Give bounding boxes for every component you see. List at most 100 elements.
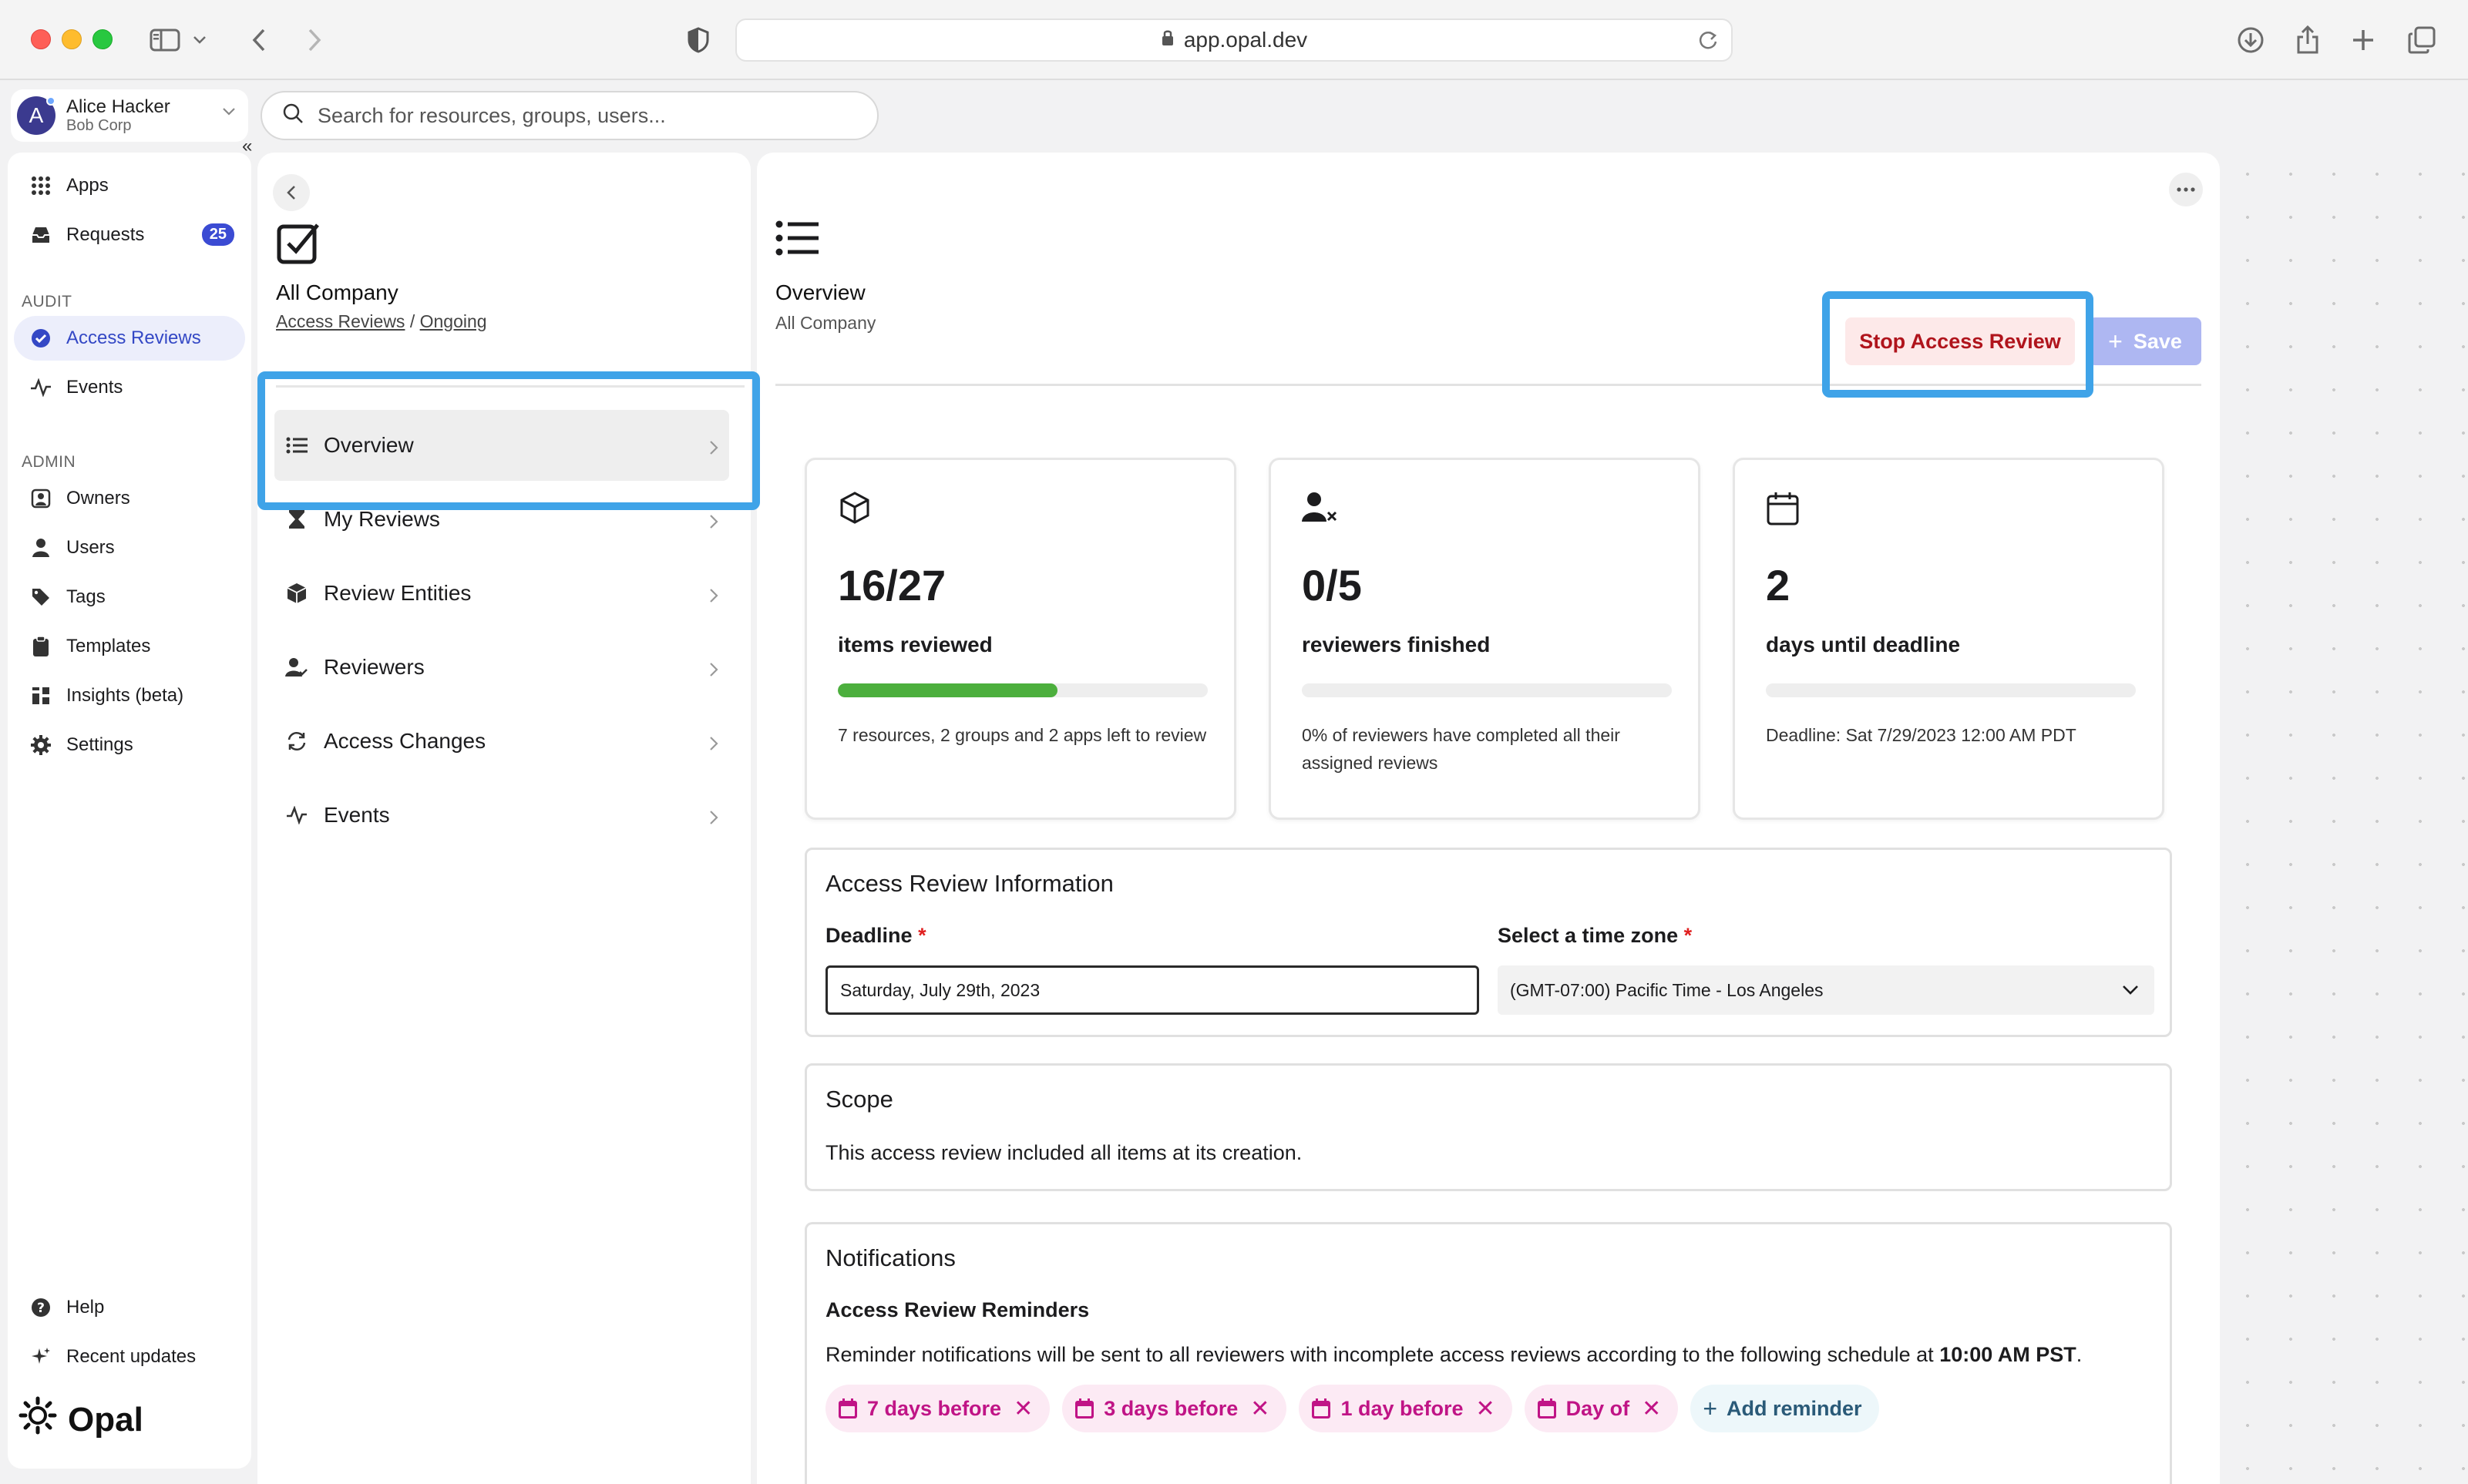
time-zone-label-text: Select a time zone [1498, 924, 1679, 947]
close-icon[interactable]: ✕ [1250, 1395, 1269, 1422]
minimize-window-button[interactable] [62, 29, 82, 49]
sidebar-item-requests[interactable]: Requests 25 [14, 213, 245, 257]
reminder-time: 10:00 AM PST [1939, 1343, 2076, 1366]
maximize-window-button[interactable] [92, 29, 113, 49]
progress-bar [1766, 683, 2136, 697]
sidebar-item-settings[interactable]: Settings [14, 723, 245, 767]
sidebar-item-access-reviews[interactable]: Access Reviews [14, 316, 245, 361]
back-button[interactable] [273, 174, 310, 211]
stat-label: reviewers finished [1302, 633, 1491, 656]
sidebar-item-owners[interactable]: Owners [14, 476, 245, 521]
scope-section: Scope This access review included all it… [805, 1063, 2172, 1191]
tab-label: Access Changes [324, 729, 486, 753]
new-tab-icon[interactable] [2345, 22, 2382, 59]
user-switcher[interactable]: A Alice Hacker Bob Corp [11, 89, 248, 142]
canvas-background [2226, 153, 2468, 1484]
reminder-chip[interactable]: Day of ✕ [1524, 1385, 1679, 1432]
close-icon[interactable]: ✕ [1014, 1395, 1033, 1422]
collapse-sidebar-button[interactable]: « [242, 136, 264, 157]
gear-icon [29, 734, 52, 756]
deadline-label-text: Deadline [825, 924, 913, 947]
section-label-audit: AUDIT [22, 293, 72, 311]
sidebar-item-help[interactable]: ? Help [14, 1285, 245, 1330]
list-icon [775, 220, 819, 260]
add-reminder-label: Add reminder [1727, 1396, 1862, 1420]
stat-description: 7 resources, 2 groups and 2 apps left to… [838, 725, 1207, 745]
shield-icon[interactable] [680, 22, 717, 59]
tab-reviewers[interactable]: Reviewers [274, 632, 729, 703]
check-circle-icon [29, 328, 52, 348]
sidebar-item-tags[interactable]: Tags [14, 575, 245, 619]
chevron-down-icon [2122, 979, 2139, 1000]
reload-icon[interactable] [1697, 29, 1719, 56]
chevron-right-icon [709, 510, 718, 535]
close-icon[interactable]: ✕ [1642, 1395, 1661, 1422]
requests-count-badge: 25 [201, 223, 234, 246]
tab-events[interactable]: Events [274, 780, 729, 851]
user-x-icon [1302, 491, 1337, 529]
sidebar-item-label: Apps [66, 175, 109, 196]
clipboard-icon [29, 636, 52, 657]
sidebar-item-events[interactable]: Events [14, 365, 245, 410]
search-input[interactable]: Search for resources, groups, users... [261, 91, 879, 140]
refresh-icon [284, 730, 310, 752]
status-dot [46, 96, 55, 106]
inbox-icon [29, 226, 52, 244]
breadcrumb: Access Reviews / Ongoing [276, 311, 487, 332]
search-placeholder: Search for resources, groups, users... [318, 103, 666, 127]
progress-fill [838, 683, 1057, 697]
reminder-chip[interactable]: 3 days before ✕ [1062, 1385, 1287, 1432]
download-icon[interactable] [2232, 22, 2269, 59]
sidebar-item-users[interactable]: Users [14, 525, 245, 570]
stat-label: items reviewed [838, 633, 993, 656]
app-container: A Alice Hacker Bob Corp Search for resou… [0, 80, 2468, 1484]
sidebar: Apps Requests 25 AUDIT Access Reviews Ev… [8, 153, 251, 1469]
insights-icon [29, 686, 52, 706]
close-window-button[interactable] [31, 29, 51, 49]
reminder-label: Day of [1565, 1396, 1630, 1420]
calendar-icon [1074, 1398, 1094, 1419]
chevron-right-icon [709, 584, 718, 609]
scope-text: This access review included all items at… [825, 1141, 1303, 1164]
sidebar-item-label: Tags [66, 586, 106, 607]
sidebar-item-insights[interactable]: Insights (beta) [14, 673, 245, 718]
required-marker: * [918, 924, 926, 947]
stat-label: days until deadline [1766, 633, 1961, 656]
sidebar-item-label: Settings [66, 734, 133, 755]
review-sidebar-panel: All Company Access Reviews / Ongoing Ove… [257, 153, 751, 1484]
sidebar-item-label: Recent updates [66, 1346, 197, 1367]
progress-bar [1302, 683, 1672, 697]
breadcrumb-separator: / [409, 311, 415, 331]
close-icon[interactable]: ✕ [1476, 1395, 1495, 1422]
save-button[interactable]: + Save [2089, 317, 2201, 365]
tab-access-changes[interactable]: Access Changes [274, 706, 729, 777]
user-org: Bob Corp [66, 117, 132, 135]
activity-icon [284, 806, 310, 824]
sidebar-item-recent-updates[interactable]: Recent updates [14, 1335, 245, 1379]
opal-logo: Opal [18, 1396, 143, 1443]
page-title: Overview [775, 280, 866, 304]
add-reminder-button[interactable]: + Add reminder [1690, 1385, 1879, 1432]
reminder-chip[interactable]: 1 day before ✕ [1299, 1385, 1512, 1432]
checkbox-icon [276, 220, 321, 269]
breadcrumb-ongoing-link[interactable]: Ongoing [420, 311, 487, 331]
tab-review-entities[interactable]: Review Entities [274, 558, 729, 629]
reminder-chip[interactable]: 7 days before ✕ [825, 1385, 1051, 1432]
address-bar[interactable]: app.opal.dev [735, 18, 1733, 62]
stat-card-reviewers-finished: 0/5 reviewers finished 0% of reviewers h… [1269, 458, 1700, 820]
sidebar-item-apps[interactable]: Apps [14, 163, 245, 208]
breadcrumb-access-reviews-link[interactable]: Access Reviews [276, 311, 405, 331]
more-options-button[interactable] [2169, 173, 2203, 206]
time-zone-select[interactable]: (GMT-07:00) Pacific Time - Los Angeles [1498, 965, 2154, 1015]
avatar-initial: A [29, 103, 44, 127]
sidebar-item-templates[interactable]: Templates [14, 624, 245, 669]
cube-icon [284, 583, 310, 604]
back-arrow-icon[interactable] [240, 22, 277, 59]
deadline-date-field[interactable]: Saturday, July 29th, 2023 [825, 965, 1479, 1015]
forward-arrow-icon[interactable] [296, 22, 333, 59]
sidebar-toggle-icon[interactable] [146, 22, 183, 59]
tab-overview-icon[interactable] [2403, 22, 2440, 59]
svg-text:?: ? [37, 1301, 45, 1316]
chevron-down-icon[interactable] [188, 22, 211, 59]
share-icon[interactable] [2289, 22, 2326, 59]
